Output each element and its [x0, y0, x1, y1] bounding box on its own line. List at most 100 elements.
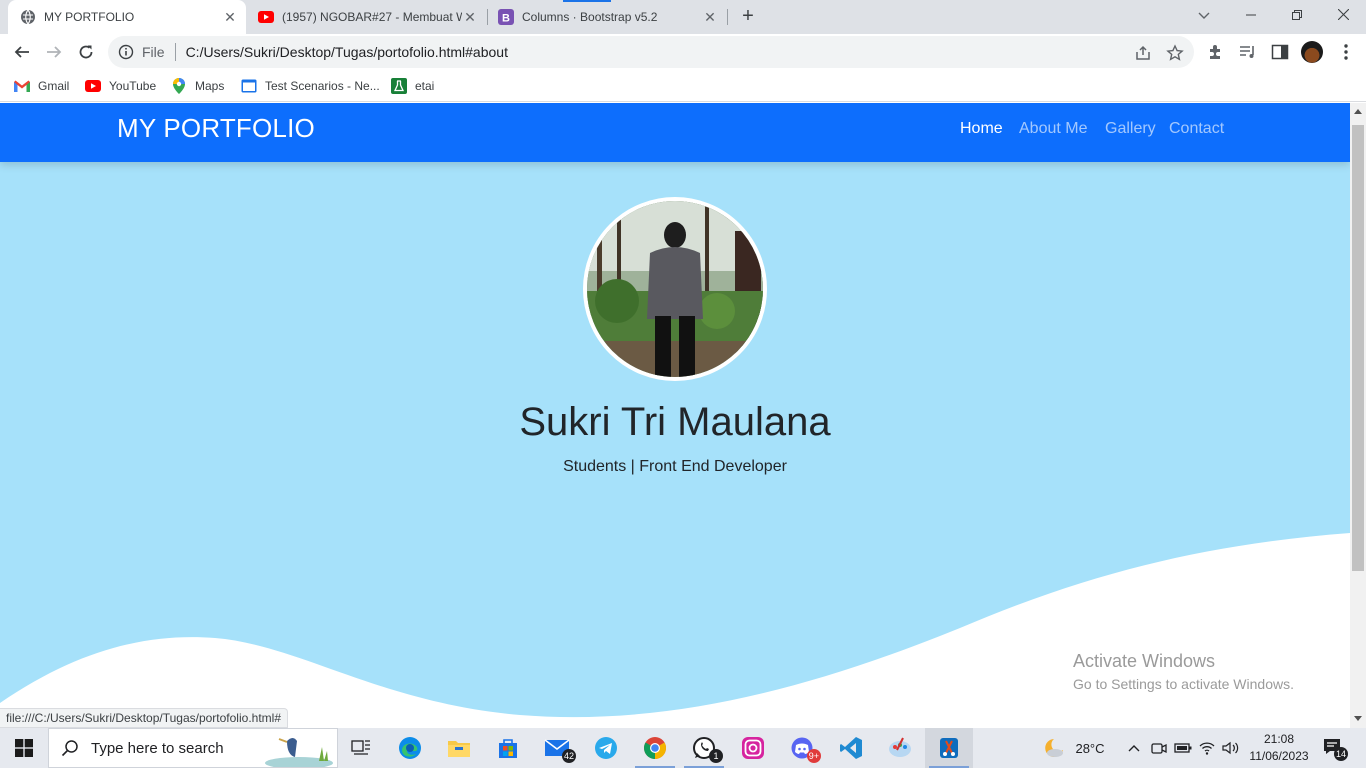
close-icon	[1337, 8, 1349, 21]
taskbar-mail[interactable]: 42	[533, 728, 581, 768]
star-icon[interactable]	[1166, 44, 1184, 62]
tray-overflow-button[interactable]	[1124, 728, 1144, 768]
address-bar[interactable]: File C:/Users/Sukri/Desktop/Tugas/portof…	[108, 36, 1194, 68]
scroll-thumb[interactable]	[1352, 125, 1364, 571]
instagram-icon	[742, 737, 764, 759]
nav-link-gallery[interactable]: Gallery	[1105, 120, 1156, 138]
taskbar-search-box[interactable]: Type here to search	[48, 728, 338, 768]
bookmark-maps[interactable]: Maps	[171, 76, 224, 96]
search-icon	[61, 740, 78, 757]
flask-icon	[391, 78, 407, 94]
task-view-icon	[351, 740, 370, 755]
weather-widget[interactable]	[1038, 728, 1068, 768]
profile-avatar[interactable]	[1301, 41, 1323, 63]
minimize-button[interactable]	[1228, 0, 1274, 34]
scroll-down-arrow[interactable]	[1354, 716, 1362, 721]
palette-icon	[889, 737, 911, 757]
taskbar-snipping-tool[interactable]	[925, 728, 973, 768]
info-icon[interactable]	[118, 44, 134, 60]
youtube-icon	[85, 78, 101, 94]
reload-button[interactable]	[72, 38, 100, 66]
restore-icon	[1292, 10, 1302, 20]
vscode-icon	[840, 737, 862, 759]
maps-icon	[171, 78, 187, 94]
windows-logo-icon	[15, 739, 33, 757]
taskbar-chrome[interactable]	[631, 728, 679, 768]
side-panel-icon[interactable]	[1270, 42, 1290, 62]
bookmark-test-scenarios[interactable]: Test Scenarios - Ne...	[241, 76, 380, 96]
page-viewport: MY PORTFOLIO Home About Me Gallery Conta…	[0, 103, 1350, 728]
tray-battery-button[interactable]	[1172, 728, 1194, 768]
nav-link-about-me[interactable]: About Me	[1019, 120, 1087, 138]
discord-badge: 9+	[806, 749, 821, 763]
speaker-icon	[1222, 741, 1239, 755]
tray-volume-button[interactable]	[1220, 728, 1242, 768]
bookmark-label: etai	[415, 79, 435, 93]
close-tab-icon[interactable]: ✕	[702, 9, 718, 25]
tab-bootstrap-columns[interactable]: B Columns · Bootstrap v5.2 ✕	[490, 0, 726, 34]
taskbar-instagram[interactable]	[729, 728, 777, 768]
back-button[interactable]	[8, 38, 36, 66]
more-menu-icon[interactable]	[1336, 42, 1356, 62]
reload-icon	[79, 45, 93, 59]
media-control-icon[interactable]	[1238, 42, 1258, 62]
chevron-up-icon	[1128, 745, 1140, 752]
scroll-up-arrow[interactable]	[1354, 109, 1362, 114]
camera-icon	[1151, 743, 1167, 754]
clock-date: 11/06/2023	[1249, 749, 1309, 763]
tray-meet-button[interactable]	[1148, 728, 1170, 768]
bookmark-gmail[interactable]: Gmail	[14, 76, 69, 96]
task-view-button[interactable]	[337, 728, 385, 768]
page-scrollbar[interactable]	[1350, 103, 1366, 728]
bookmarks-bar: Gmail YouTube Maps Test Scenarios - Ne..…	[0, 70, 1366, 102]
close-tab-icon[interactable]: ✕	[222, 9, 238, 25]
edge-icon	[399, 737, 421, 759]
start-button[interactable]	[0, 728, 48, 768]
search-placeholder: Type here to search	[91, 739, 224, 757]
url-text[interactable]: C:/Users/Sukri/Desktop/Tugas/portofolio.…	[186, 44, 508, 60]
close-tab-icon[interactable]: ✕	[462, 9, 478, 25]
restore-button[interactable]	[1274, 0, 1320, 34]
tab-youtube-ngobar[interactable]: (1957) NGOBAR#27 - Membuat W ✕	[250, 0, 486, 34]
watermark-subtitle: Go to Settings to activate Windows.	[1073, 676, 1294, 692]
scheme-label: File	[142, 44, 165, 60]
bookmark-label: YouTube	[109, 79, 157, 93]
whatsapp-badge: 1	[709, 749, 723, 763]
bookmark-youtube[interactable]: YouTube	[85, 76, 156, 96]
tab-search-button[interactable]	[1181, 0, 1227, 34]
forward-button[interactable]	[40, 38, 68, 66]
taskbar-whatsapp[interactable]: 1	[680, 728, 728, 768]
weather-temperature[interactable]: 28°C	[1070, 728, 1110, 768]
browser-toolbar: File C:/Users/Sukri/Desktop/Tugas/portof…	[0, 34, 1366, 70]
notification-center-button[interactable]: 14	[1322, 736, 1348, 761]
taskbar-file-explorer[interactable]	[435, 728, 483, 768]
extensions-icon[interactable]	[1206, 42, 1226, 62]
taskbar-telegram[interactable]	[582, 728, 630, 768]
site-brand[interactable]: MY PORTFOLIO	[117, 113, 315, 144]
gmail-icon	[14, 78, 30, 94]
tab-separator	[727, 9, 728, 25]
taskbar-vscode[interactable]	[827, 728, 875, 768]
tab-my-portfolio[interactable]: MY PORTFOLIO ✕	[8, 0, 246, 34]
taskbar-store[interactable]	[484, 728, 532, 768]
address-separator	[174, 43, 176, 61]
bookmark-label: Maps	[195, 79, 225, 93]
tray-network-button[interactable]	[1196, 728, 1218, 768]
share-icon[interactable]	[1134, 44, 1152, 62]
taskbar-paint-app[interactable]	[876, 728, 924, 768]
nav-link-home[interactable]: Home	[960, 120, 1003, 138]
weather-moon-icon	[1045, 739, 1063, 757]
new-tab-button[interactable]: +	[738, 6, 758, 27]
tab-title: (1957) NGOBAR#27 - Membuat W	[282, 10, 462, 24]
taskbar-edge[interactable]	[386, 728, 434, 768]
taskbar-discord[interactable]: 9+	[778, 728, 826, 768]
tab-separator	[487, 9, 488, 25]
watermark-title: Activate Windows	[1073, 651, 1216, 671]
search-highlight-bird-icon	[265, 738, 333, 767]
nav-link-contact[interactable]: Contact	[1169, 120, 1224, 138]
tab-title: MY PORTFOLIO	[44, 10, 135, 24]
taskbar-clock[interactable]: 21:08 11/06/2023	[1248, 731, 1310, 765]
close-window-button[interactable]	[1320, 0, 1366, 34]
bookmark-etai[interactable]: etai	[391, 76, 434, 96]
battery-icon	[1174, 743, 1192, 753]
